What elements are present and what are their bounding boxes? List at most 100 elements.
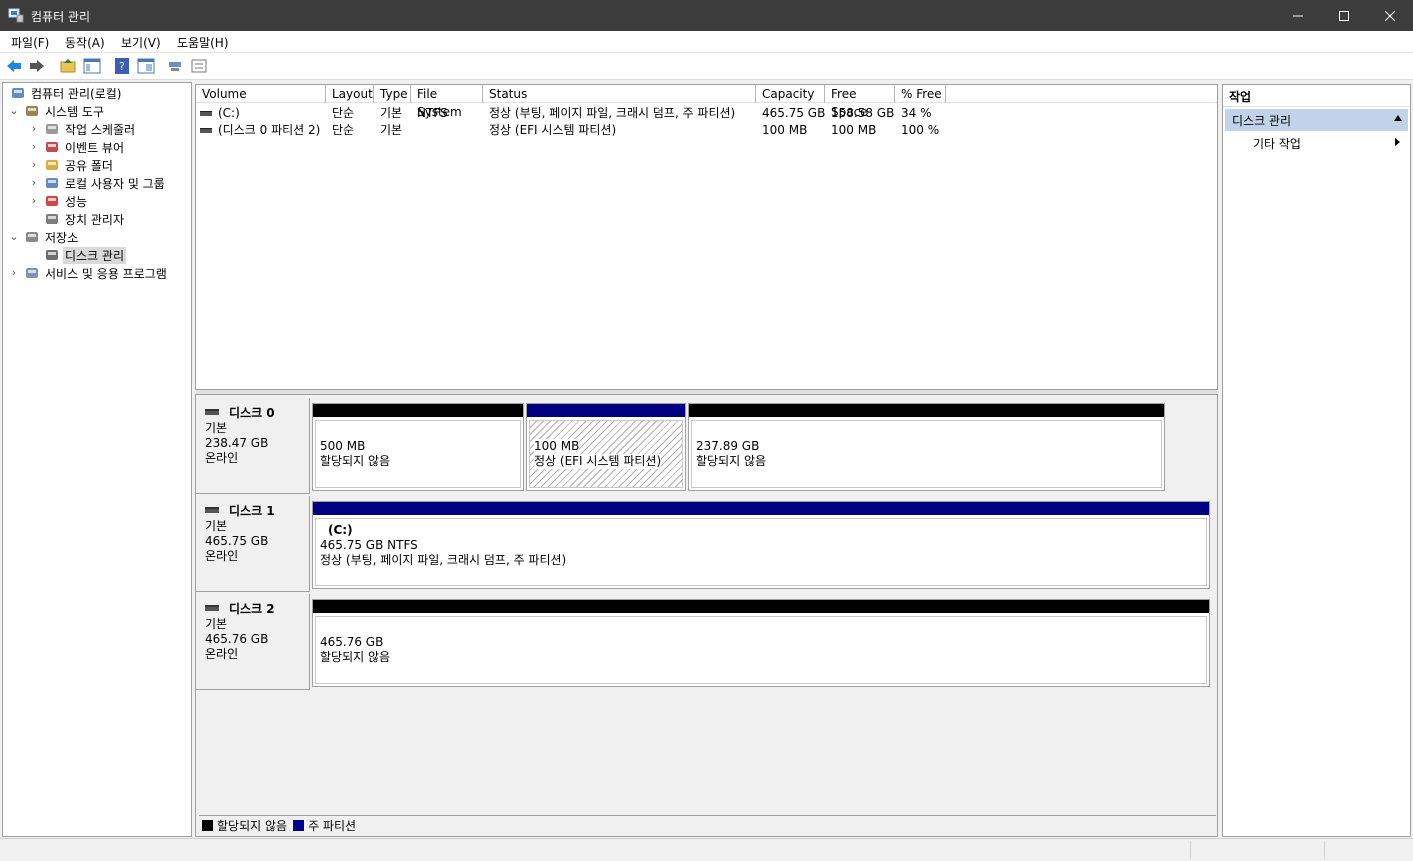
disk-label[interactable]: 디스크 1 기본 465.75 GB 온라인 xyxy=(196,496,310,592)
menu-file[interactable]: 파일(F) xyxy=(11,34,49,51)
tree-item[interactable]: 컴퓨터 관리(로컬) xyxy=(6,84,123,102)
more-actions-item[interactable]: 기타 작업 xyxy=(1253,135,1400,152)
actions-pane: 작업 디스크 관리 기타 작업 xyxy=(1222,84,1411,837)
column-header[interactable]: Type xyxy=(374,85,411,103)
column-header[interactable]: File System xyxy=(411,85,483,119)
close-button[interactable] xyxy=(1367,0,1413,31)
tree-item[interactable]: › 공유 폴더 xyxy=(28,156,115,174)
window-title: 컴퓨터 관리 xyxy=(31,10,91,24)
menu-view[interactable]: 보기(V) xyxy=(121,34,161,51)
status-segment xyxy=(1324,841,1413,859)
close-icon xyxy=(1385,10,1395,21)
disk-label[interactable]: 디스크 0 기본 238.47 GB 온라인 xyxy=(196,398,310,494)
volume-row[interactable]: (C:) 단순 기본 NTFS 정상 (부팅, 페이지 파일, 크래시 덤프, 주 파티… xyxy=(196,105,1217,121)
partition-status: 정상 (부팅, 페이지 파일, 크래시 덤프, 주 파티션) xyxy=(320,553,567,567)
tree-item[interactable]: › 서비스 및 응용 프로그램 xyxy=(8,264,169,282)
partition-body: (C:) 465.75 GB NTFS 정상 (부팅, 페이지 파일, 크래시 덤프… xyxy=(315,518,1207,586)
partition-body: 465.76 GB 할당되지 않음 xyxy=(315,616,1207,684)
expand-right-icon[interactable]: › xyxy=(28,195,40,207)
tree-item-label: 컴퓨터 관리(로컬) xyxy=(31,86,122,101)
expand-down-icon[interactable]: ⌄ xyxy=(8,231,20,243)
minimize-button[interactable] xyxy=(1275,0,1321,31)
disk-icon xyxy=(205,507,219,513)
tree-item-label: 서비스 및 응용 프로그램 xyxy=(45,266,167,281)
maximize-icon xyxy=(1339,10,1349,21)
volume-cell: (디스크 0 파티션 2) xyxy=(218,123,321,137)
expand-down-icon[interactable]: ⌄ xyxy=(8,105,20,117)
tree-item[interactable]: 장치 관리자 xyxy=(28,210,126,228)
tree-item[interactable]: › 로컬 사용자 및 그룹 xyxy=(28,174,167,192)
minimize-icon xyxy=(1293,15,1303,16)
submenu-arrow-icon xyxy=(1395,138,1400,146)
expand-right-icon[interactable]: › xyxy=(28,141,40,153)
column-header[interactable]: Free Space xyxy=(825,85,895,119)
forward-icon[interactable] xyxy=(28,57,46,75)
services-icon xyxy=(24,265,40,281)
show-hide-tree-icon[interactable] xyxy=(83,57,101,75)
volume-row[interactable]: (디스크 0 파티션 2) 단순 기본 정상 (EFI 시스템 파티션) 100 MB 1… xyxy=(196,122,1217,138)
partition-block[interactable]: (C:) 465.75 GB NTFS 정상 (부팅, 페이지 파일, 크래시 덤프… xyxy=(312,501,1210,589)
partition-block[interactable]: 237.89 GB 할당되지 않음 xyxy=(688,403,1165,491)
partition-block[interactable]: 500 MB 할당되지 않음 xyxy=(312,403,524,491)
partition-status: 할당되지 않음 xyxy=(320,454,391,468)
volume-cell: NTFS xyxy=(417,106,448,120)
menu-help[interactable]: 도움말(H) xyxy=(177,34,229,51)
volume-cell: 단순 xyxy=(332,106,355,120)
users-icon xyxy=(44,175,60,191)
partition-block[interactable]: 465.76 GB 할당되지 않음 xyxy=(312,599,1210,687)
disk-label[interactable]: 디스크 2 기본 465.76 GB 온라인 xyxy=(196,594,310,690)
more-actions-label: 기타 작업 xyxy=(1253,137,1301,151)
partition-color-bar xyxy=(689,404,1164,417)
tree-item[interactable]: ⌄ 저장소 xyxy=(8,228,80,246)
column-header[interactable]: % Free xyxy=(895,85,946,103)
maximize-button[interactable] xyxy=(1321,0,1367,31)
properties-icon[interactable] xyxy=(137,57,155,75)
legend-swatch-unallocated xyxy=(202,820,213,831)
menu-action[interactable]: 동작(A) xyxy=(65,34,105,51)
disk-name: 디스크 2 xyxy=(205,602,309,617)
partition-color-bar xyxy=(527,404,685,417)
expand-right-icon[interactable]: › xyxy=(8,267,20,279)
expand-right-icon[interactable]: › xyxy=(28,177,40,189)
legend-swatch-primary xyxy=(293,820,305,831)
tree-item[interactable]: › 성능 xyxy=(28,192,89,210)
column-header[interactable]: Status xyxy=(483,85,756,103)
tree-item[interactable]: ⌄ 시스템 도구 xyxy=(8,102,106,120)
view-icon[interactable] xyxy=(190,57,208,75)
tree-item-label: 장치 관리자 xyxy=(65,212,125,227)
actions-section-label: 디스크 관리 xyxy=(1232,114,1292,128)
volume-cell: 정상 (부팅, 페이지 파일, 크래시 덤프, 주 파티션) xyxy=(489,106,736,120)
disk-name: 디스크 0 xyxy=(205,406,309,421)
tree-item[interactable]: › 작업 스케줄러 xyxy=(28,120,137,138)
volume-cell: (C:) xyxy=(218,106,240,120)
collapse-icon[interactable] xyxy=(1394,115,1402,121)
actions-section-disk-management[interactable]: 디스크 관리 xyxy=(1225,109,1408,131)
expand-right-icon[interactable]: › xyxy=(28,123,40,135)
tree-item[interactable]: › 이벤트 뷰어 xyxy=(28,138,126,156)
tree-item-label: 공유 폴더 xyxy=(65,158,113,173)
expand-right-icon[interactable]: › xyxy=(28,159,40,171)
back-icon[interactable] xyxy=(5,57,23,75)
volume-icon xyxy=(200,111,212,116)
up-folder-icon[interactable] xyxy=(59,57,77,75)
partition-body: 237.89 GB 할당되지 않음 xyxy=(691,420,1162,488)
volume-cell: 100 MB xyxy=(831,123,877,137)
disk-icon xyxy=(205,409,219,415)
column-header[interactable]: Layout xyxy=(326,85,374,103)
tree-item[interactable]: 디스크 관리 xyxy=(28,246,127,264)
shared-folder-icon xyxy=(44,157,60,173)
disk-graphical-view: 디스크 0 기본 238.47 GB 온라인 500 MB 할당되지 않음 100 MB 정상… xyxy=(195,394,1218,837)
storage-icon xyxy=(24,229,40,245)
menu-bar: 파일(F) 동작(A) 보기(V) 도움말(H) xyxy=(0,31,1413,53)
volume-cell: 465.75 GB xyxy=(762,106,825,120)
connect-icon[interactable] xyxy=(167,57,185,75)
event-viewer-icon xyxy=(44,139,60,155)
help-icon[interactable]: ? xyxy=(113,57,131,75)
title-bar: 컴퓨터 관리 xyxy=(0,0,1413,31)
column-header[interactable]: Capacity xyxy=(756,85,825,103)
column-header[interactable]: Volume xyxy=(196,85,326,103)
partition-block[interactable]: 100 MB 정상 (EFI 시스템 파티션) xyxy=(526,403,686,491)
computer-management-icon xyxy=(8,8,24,23)
navigation-tree: 컴퓨터 관리(로컬) ⌄ 시스템 도구 › 작업 스케줄러 › 이벤트 뷰어 › 공유 폴더 › 로… xyxy=(2,82,192,837)
svg-text:?: ? xyxy=(119,60,125,73)
